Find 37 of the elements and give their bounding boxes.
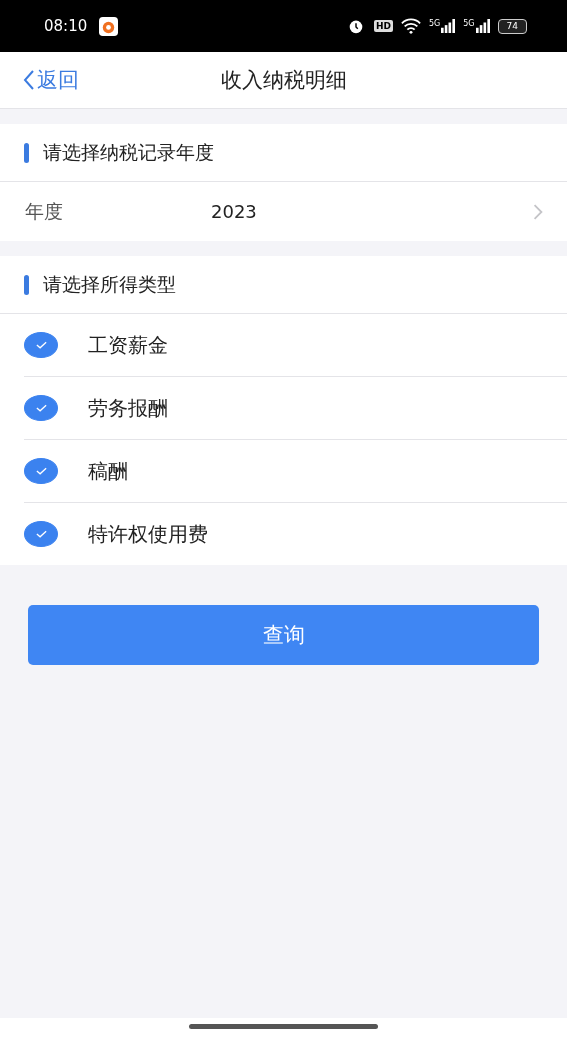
field-label: 年度 bbox=[25, 198, 64, 224]
option-label: 稿酬 bbox=[88, 457, 128, 485]
back-button[interactable]: 返回 bbox=[0, 66, 79, 94]
option-label: 特许权使用费 bbox=[88, 520, 208, 548]
signal-icon bbox=[475, 19, 490, 33]
option-row[interactable]: 特许权使用费 bbox=[24, 503, 567, 565]
wifi-icon bbox=[400, 17, 421, 35]
chevron-left-icon bbox=[23, 69, 35, 91]
chevron-right-icon bbox=[533, 203, 543, 220]
section-accent-bar bbox=[24, 142, 29, 163]
section-heading: 请选择纳税记录年度 bbox=[43, 139, 214, 165]
clock-time: 08:10 bbox=[44, 17, 88, 35]
hd-badge: HD bbox=[373, 20, 393, 32]
app-notification-icon bbox=[99, 16, 119, 36]
checkmark-icon bbox=[34, 466, 48, 476]
option-row[interactable]: 劳务报酬 bbox=[24, 377, 567, 440]
field-value: 2023 bbox=[211, 201, 258, 222]
checkmark-icon bbox=[34, 340, 48, 350]
battery-indicator: 74 bbox=[497, 18, 527, 34]
checkbox[interactable] bbox=[24, 458, 58, 484]
section-accent-bar bbox=[24, 274, 29, 295]
network-label: 5G bbox=[463, 19, 475, 28]
network-label: 5G bbox=[428, 19, 441, 28]
page-title: 收入纳税明细 bbox=[220, 67, 347, 94]
signal-icon bbox=[441, 19, 456, 33]
option-label: 工资薪金 bbox=[88, 331, 168, 359]
checkbox[interactable] bbox=[24, 395, 58, 421]
checkmark-icon bbox=[34, 403, 48, 413]
option-label: 劳务报酬 bbox=[88, 394, 168, 422]
option-row[interactable]: 工资薪金 bbox=[24, 314, 567, 377]
checkbox[interactable] bbox=[24, 332, 58, 358]
year-selector-row[interactable]: 年度 2023 bbox=[0, 182, 567, 241]
query-button[interactable]: 查询 bbox=[28, 605, 539, 665]
checkbox[interactable] bbox=[24, 521, 58, 547]
checkmark-icon bbox=[34, 529, 48, 539]
option-row[interactable]: 稿酬 bbox=[24, 440, 567, 503]
section-heading: 请选择所得类型 bbox=[43, 271, 176, 297]
